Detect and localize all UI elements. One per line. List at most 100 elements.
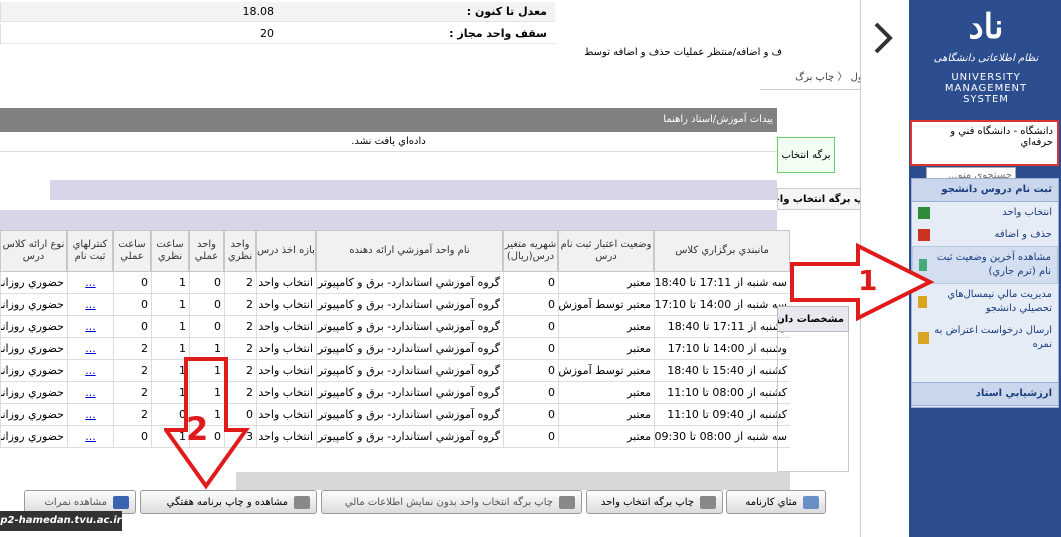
printer-icon [559,495,575,509]
table-cell: معتبر [558,404,654,426]
table-cell: سه شنبه از 17:11 تا 18:40 [654,272,790,294]
search-doc-icon [803,495,819,509]
menu-item-label: حذف و اضافه [994,229,1052,240]
table-cell: معتبر [558,338,654,360]
table-cell: 0 [189,294,224,316]
menu-section-registration[interactable]: ثبت نام دروس دانشجو [912,179,1058,202]
column-header: واحد نظري [224,230,256,272]
column-header: كنترلهاي ثبت نام [67,230,113,272]
table-cell: حضوري روزانه [0,360,67,382]
column-header: بازه اخذ درس [256,230,316,272]
table-cell: گروه آموزشي استاندارد- برق و كامپيوتر [316,316,503,338]
column-header: واحد عملي [189,230,224,272]
menu-item-grade-appeal[interactable]: ارسال درخواست اعتراض به نمره [912,320,1058,356]
table-cell: كشنبه از 09:40 تا 11:10 [654,404,790,426]
menu-section-evaluation[interactable]: ارزشيابي استاد [911,382,1059,406]
ums-line-2: MANAGEMENT [944,83,1028,94]
table-cell: سه شنبه از 08:00 تا 09:30 [654,426,790,448]
table-cell: 0 [503,404,558,426]
logo: ناد نظام اطلاعاتی دانشگاهی UNIVERSITY MA… [930,5,1042,115]
table-cell: معتبر [558,426,654,448]
table-cell: وشنبه از 14:00 تا 17:10 [654,338,790,360]
table-row: حضوري روزانه... 0 1 0 2 انتخاب واحد گروه آموزش… [0,272,790,294]
registration-controls-link[interactable]: ... [67,338,113,360]
transcript-button-label: مثاي كارنامه [745,496,797,508]
table-cell: 0 [503,382,558,404]
table-cell: گروه آموزشي استاندارد- برق و كامپيوتر [316,404,503,426]
registration-controls-link[interactable]: ... [67,272,113,294]
gpa-row: معدل تا کنون : 18.08 [0,2,555,22]
column-header: مانبندي برگزاري كلاس [654,230,790,272]
table-cell: 0 [503,360,558,382]
band-middle [0,210,777,230]
annotation-number-2: 2 [186,410,209,448]
table-cell: 0 [113,316,151,338]
chevron-left-icon: 〈 [834,72,848,83]
table-cell: حضوري روزانه [0,272,67,294]
registration-controls-link[interactable]: ... [67,316,113,338]
column-header: نوع ارائه كلاس درس [0,230,67,272]
registration-controls-link[interactable]: ... [67,382,113,404]
print-no-finance-label: چاپ برگه انتخاب واحد بدون نمايش اطلاعات … [344,496,553,508]
table-cell: كشنبه از 15:40 تا 18:40 [654,360,790,382]
approval-header: ییدات آموزش/استاد راهنما [0,108,777,132]
table-cell: گروه آموزشي استاندارد- برق و كامپيوتر [316,338,503,360]
table-cell: گروه آموزشي استاندارد- برق و كامپيوتر [316,272,503,294]
table-cell: 2 [113,360,151,382]
weekly-schedule-label: مشاهده و چاپ برنامه هفتگي [166,496,288,508]
table-cell: معتبر توسط آموزش [558,294,654,316]
menu-item-course-selection[interactable]: انتخاب واحد [912,202,1058,224]
table-cell: 1 [151,294,189,316]
print-no-finance-button[interactable]: چاپ برگه انتخاب واحد بدون نمايش اطلاعات … [321,490,582,514]
registration-status-text: ف و اضافه/منتظر عملیات حذف و اضافه توسط [584,47,782,58]
registration-controls-link[interactable]: ... [67,426,113,448]
menu-item-label: انتخاب واحد [1002,207,1052,218]
table-cell: 2 [113,382,151,404]
table-cell: گروه آموزشي استاندارد- برق و كامپيوتر [316,360,503,382]
column-header: وضعيت اعتبار ثبت نام درس [558,230,654,272]
horizontal-scrollbar[interactable] [236,472,790,490]
table-row: حضوري روزانه... 0 1 0 2 انتخاب واحد گروه آموزش… [0,294,790,316]
column-header: شهريه متغير درس(ريال) [503,230,558,272]
table-cell: سه شنبه از 14:00 تا 17:10 [654,294,790,316]
table-cell: حضوري روزانه [0,426,67,448]
column-header: ساعت نظري [151,230,189,272]
table-cell: گروه آموزشي استاندارد- برق و كامپيوتر [316,426,503,448]
transcript-button[interactable]: مثاي كارنامه [726,490,826,514]
ums-line-1: UNIVERSITY [951,72,1021,83]
registration-controls-link[interactable]: ... [67,404,113,426]
table-cell: 0 [189,272,224,294]
registration-controls-link[interactable]: ... [67,360,113,382]
max-units-row: سقف واحد مجاز : 20 [0,24,555,44]
table-cell: 0 [503,426,558,448]
table-cell: 0 [503,272,558,294]
table-cell: انتخاب واحد [256,426,316,448]
table-row: حضوري روزانه... 2 0 1 0 انتخاب واحد گروه آموزش… [0,404,790,426]
course-table-header: نوع ارائه كلاس درس كنترلهاي ثبت نام ساعت ع… [0,230,790,272]
weekly-schedule-button[interactable]: مشاهده و چاپ برنامه هفتگي [140,490,317,514]
table-cell: 0 [113,426,151,448]
menu-item-label: مديريت مالي نيمسال‌هاي تحصيلي دانشجو [947,289,1052,314]
max-units-label: سقف واحد مجاز : [449,27,547,40]
print-selection-button[interactable]: چاپ برگه انتخاب واحد [586,490,723,514]
table-cell: حضوري روزانه [0,294,67,316]
table-row: حضوري روزانه... 0 1 0 3 انتخاب واحد گروه آموزش… [0,426,790,448]
table-cell: 0 [503,316,558,338]
table-cell: حضوري روزانه [0,382,67,404]
table-cell: 0 [503,294,558,316]
collapse-chevron-icon[interactable] [868,20,896,56]
table-cell: وشنبه از 17:11 تا 18:40 [654,316,790,338]
menu-item-label: ارسال درخواست اعتراض به نمره [934,325,1052,350]
side-panel-border [777,332,849,472]
max-units-value: 20 [0,24,278,44]
table-row: حضوري روزانه... 2 1 1 2 انتخاب واحد گروه آموزش… [0,382,790,404]
logo-subtitle: نظام اطلاعاتی دانشگاهی [933,53,1039,64]
table-cell: 0 [189,316,224,338]
table-cell: 1 [151,316,189,338]
annotation-number-1: 1 [858,264,878,297]
registration-controls-link[interactable]: ... [67,294,113,316]
table-cell: گروه آموزشي استاندارد- برق و كامپيوتر [316,382,503,404]
column-header: ساعت عملي [113,230,151,272]
table-cell: 2 [113,404,151,426]
university-name: دانشگاه - دانشگاه فني و حرفه‌اي [910,120,1059,166]
